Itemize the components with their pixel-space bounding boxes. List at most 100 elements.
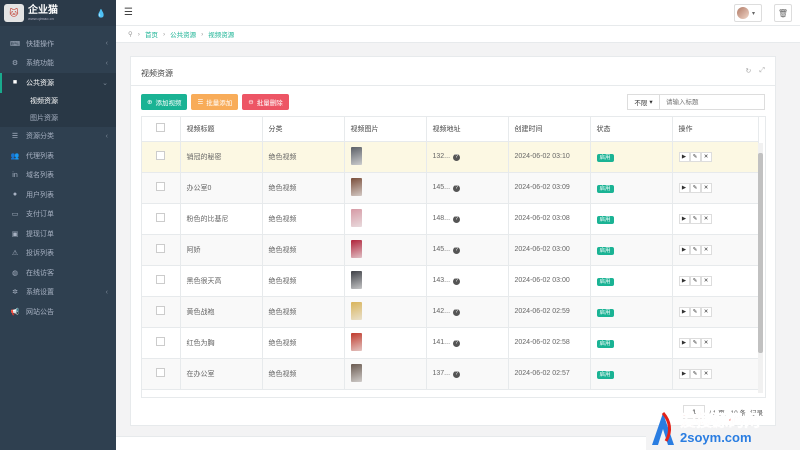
select-all-checkbox[interactable] bbox=[156, 123, 165, 133]
close-icon[interactable]: ✕ bbox=[700, 182, 712, 193]
status-badge[interactable]: 启用 bbox=[596, 246, 614, 255]
video-thumbnail[interactable] bbox=[350, 332, 362, 351]
close-icon[interactable]: ✕ bbox=[700, 368, 712, 379]
play-icon[interactable]: ▶ bbox=[678, 182, 690, 193]
status-cell: 启用 bbox=[590, 141, 673, 173]
search-input[interactable] bbox=[659, 94, 765, 110]
row-checkbox[interactable] bbox=[156, 213, 165, 222]
logo-bar: 🐱 企业猫 www.qimao.cn 💧 bbox=[0, 0, 116, 26]
edit-icon[interactable]: ✎ bbox=[689, 151, 701, 162]
sidebar-item-7[interactable]: ▭ 支付订单 bbox=[0, 205, 116, 225]
question-icon[interactable]: ? bbox=[453, 277, 461, 285]
status-badge[interactable]: 启用 bbox=[596, 339, 614, 348]
user-menu-button[interactable]: ▾ bbox=[734, 4, 762, 22]
column-header-0[interactable] bbox=[142, 117, 181, 142]
video-thumbnail[interactable] bbox=[350, 177, 362, 196]
sidebar-item-12[interactable]: 📢 网站公告 bbox=[0, 302, 116, 322]
sidebar-subitem-0[interactable]: 视频资源 bbox=[0, 92, 116, 110]
created-time: 2024-06-02 02:58 bbox=[508, 327, 591, 359]
status-badge[interactable]: 启用 bbox=[596, 184, 614, 193]
video-thumbnail[interactable] bbox=[350, 146, 362, 165]
close-icon[interactable]: ✕ bbox=[700, 275, 712, 286]
edit-icon[interactable]: ✎ bbox=[689, 306, 701, 317]
status-badge[interactable]: 启用 bbox=[596, 215, 614, 224]
play-icon[interactable]: ▶ bbox=[678, 151, 690, 162]
row-checkbox[interactable] bbox=[156, 244, 165, 253]
video-thumbnail[interactable] bbox=[350, 363, 362, 382]
edit-icon[interactable]: ✎ bbox=[689, 182, 701, 193]
row-checkbox[interactable] bbox=[156, 151, 165, 160]
status-badge[interactable]: 启用 bbox=[596, 370, 614, 379]
checkbox-cell bbox=[142, 327, 181, 359]
droplet-icon[interactable]: 💧 bbox=[96, 9, 106, 18]
fullscreen-icon[interactable]: ⤢ bbox=[759, 67, 765, 75]
sidebar-item-11[interactable]: ✲ 系统设置 ‹ bbox=[0, 283, 116, 303]
video-thumbnail[interactable] bbox=[350, 239, 362, 258]
row-checkbox[interactable] bbox=[156, 182, 165, 191]
sidebar-item-3[interactable]: ☰ 资源分类 ‹ bbox=[0, 127, 116, 147]
sidebar-item-1[interactable]: ⚙ 系统功能 ‹ bbox=[0, 54, 116, 74]
play-icon[interactable]: ▶ bbox=[678, 368, 690, 379]
edit-icon[interactable]: ✎ bbox=[689, 368, 701, 379]
clear-cache-button[interactable]: 🗑 bbox=[774, 4, 792, 22]
video-thumbnail[interactable] bbox=[350, 301, 362, 320]
table-row: 阿娇 绝色视频 145...? 2024-06-02 03:00 启用 ▶ ✎ ✕ bbox=[142, 234, 759, 266]
play-icon[interactable]: ▶ bbox=[678, 337, 690, 348]
play-icon[interactable]: ▶ bbox=[678, 244, 690, 255]
play-icon[interactable]: ▶ bbox=[678, 213, 690, 224]
question-icon[interactable]: ? bbox=[453, 370, 461, 378]
video-thumbnail[interactable] bbox=[350, 270, 362, 289]
play-icon[interactable]: ▶ bbox=[678, 306, 690, 317]
close-icon[interactable]: ✕ bbox=[700, 337, 712, 348]
sidebar-item-6[interactable]: ● 用户列表 bbox=[0, 185, 116, 205]
video-url: 148... bbox=[432, 214, 451, 222]
filter-select[interactable]: 不限 ▾ bbox=[627, 94, 659, 110]
sidebar-item-2[interactable]: ■ 公共资源 ⌄ bbox=[0, 73, 116, 93]
question-icon[interactable]: ? bbox=[453, 246, 461, 254]
sidebar-item-9[interactable]: ⚠ 投诉列表 bbox=[0, 244, 116, 264]
table-scrollbar[interactable] bbox=[758, 143, 763, 393]
question-icon[interactable]: ? bbox=[453, 184, 461, 192]
video-thumbnail[interactable] bbox=[350, 208, 362, 227]
breadcrumb-home[interactable]: 首页 bbox=[145, 29, 158, 39]
status-cell: 启用 bbox=[590, 296, 673, 328]
edit-icon[interactable]: ✎ bbox=[689, 244, 701, 255]
close-icon[interactable]: ✕ bbox=[700, 244, 712, 255]
video-category: 绝色视频 bbox=[262, 296, 345, 328]
created-time: 2024-06-02 03:08 bbox=[508, 203, 591, 235]
question-icon[interactable]: ? bbox=[453, 308, 461, 316]
sidebar-subitem-1[interactable]: 图片资源 bbox=[0, 109, 116, 127]
close-icon[interactable]: ✕ bbox=[700, 151, 712, 162]
status-badge[interactable]: 启用 bbox=[596, 308, 614, 317]
batch-add-button[interactable]: ☰ 批量添加 bbox=[191, 94, 239, 110]
sidebar-item-4[interactable]: 👥 代理列表 bbox=[0, 146, 116, 166]
sidebar-item-8[interactable]: ▣ 提现订单 bbox=[0, 224, 116, 244]
batch-delete-button[interactable]: ⊖ 批量删除 bbox=[242, 94, 289, 110]
row-checkbox[interactable] bbox=[156, 337, 165, 346]
status-badge[interactable]: 启用 bbox=[596, 277, 614, 286]
refresh-icon[interactable]: ↻ bbox=[746, 67, 752, 75]
edit-icon[interactable]: ✎ bbox=[689, 275, 701, 286]
sidebar-item-label: 资源分类 bbox=[26, 133, 54, 141]
sidebar-item-0[interactable]: ⌨ 快捷操作 ‹ bbox=[0, 34, 116, 54]
video-url-cell: 141...? bbox=[426, 327, 509, 359]
row-checkbox[interactable] bbox=[156, 275, 165, 284]
row-checkbox[interactable] bbox=[156, 368, 165, 377]
sidebar-item-10[interactable]: ◍ 在线访客 bbox=[0, 263, 116, 283]
play-icon[interactable]: ▶ bbox=[678, 275, 690, 286]
row-checkbox[interactable] bbox=[156, 306, 165, 315]
edit-icon[interactable]: ✎ bbox=[689, 213, 701, 224]
breadcrumb-level2[interactable]: 视频资源 bbox=[208, 29, 234, 39]
question-icon[interactable]: ? bbox=[453, 339, 461, 347]
breadcrumb-level1[interactable]: 公共资源 bbox=[170, 29, 196, 39]
question-icon[interactable]: ? bbox=[453, 215, 461, 223]
menu-toggle-icon[interactable]: ☰ bbox=[124, 7, 133, 18]
video-url: 143... bbox=[432, 276, 451, 284]
status-badge[interactable]: 启用 bbox=[596, 153, 614, 162]
question-icon[interactable]: ? bbox=[453, 153, 461, 161]
close-icon[interactable]: ✕ bbox=[700, 306, 712, 317]
edit-icon[interactable]: ✎ bbox=[689, 337, 701, 348]
close-icon[interactable]: ✕ bbox=[700, 213, 712, 224]
sidebar-item-5[interactable]: in 域名列表 bbox=[0, 166, 116, 186]
add-video-button[interactable]: ⊕ 添加视频 bbox=[141, 94, 188, 110]
